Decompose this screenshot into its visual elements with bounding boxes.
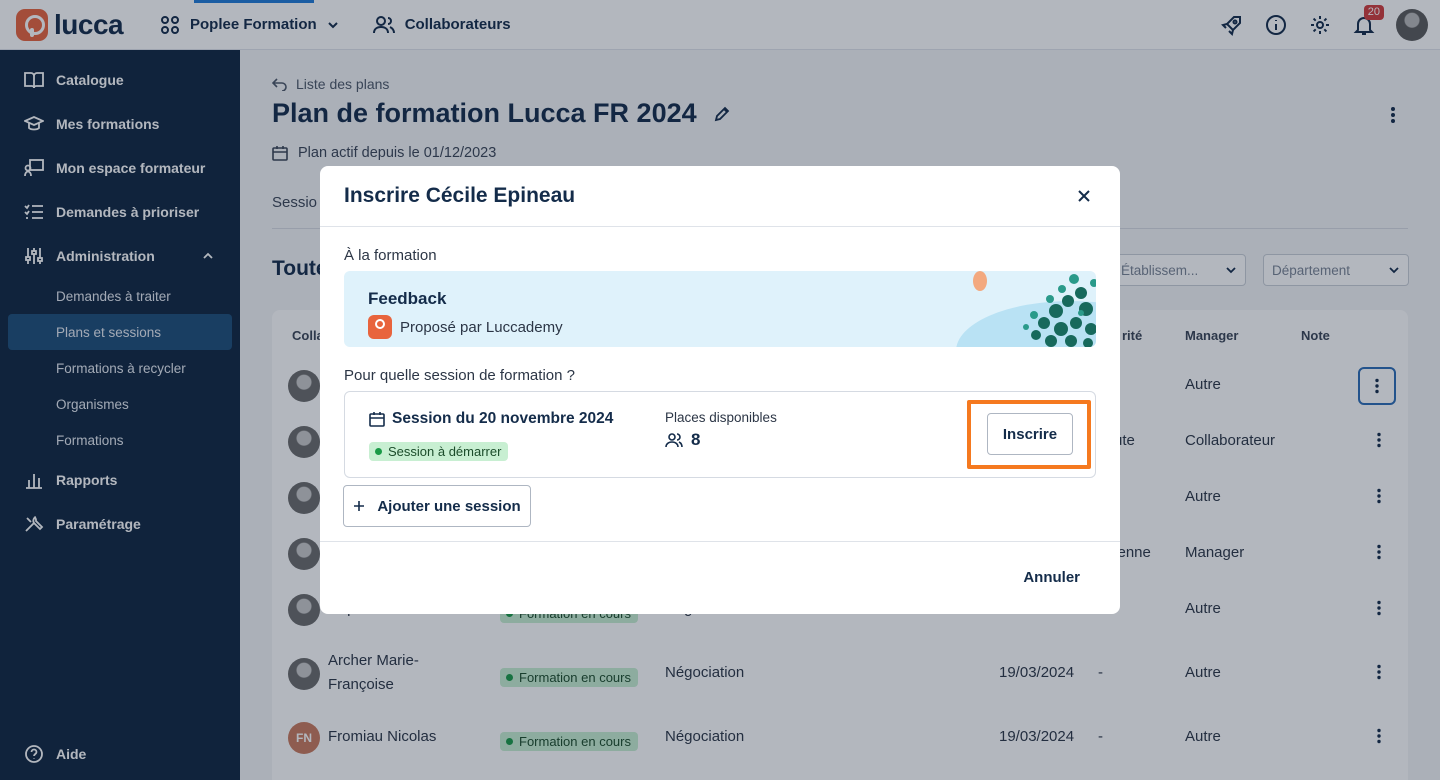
- formation-label: À la formation: [344, 247, 437, 264]
- places-value: 8: [665, 430, 700, 450]
- places-label: Places disponibles: [665, 410, 777, 425]
- session-name: Session du 20 novembre 2024: [369, 410, 613, 428]
- close-icon[interactable]: [1072, 184, 1096, 208]
- users-icon: [665, 433, 683, 448]
- formation-provider-label: Proposé par Luccademy: [400, 318, 563, 336]
- plus-icon: [354, 501, 365, 511]
- add-session-button[interactable]: Ajouter une session: [343, 485, 531, 527]
- places-count: 8: [691, 430, 701, 449]
- add-session-label: Ajouter une session: [377, 497, 521, 515]
- session-status-badge: Session à démarrer: [369, 442, 509, 461]
- formation-card: Feedback Proposé par Luccademy: [344, 271, 1096, 347]
- session-card: Session du 20 novembre 2024 Session à dé…: [344, 391, 1096, 478]
- cancel-button[interactable]: Annuler: [1023, 569, 1080, 586]
- inscrire-button[interactable]: Inscrire: [987, 413, 1073, 455]
- dialog-footer: Annuler: [320, 541, 1120, 614]
- plant-illustration: [956, 271, 1096, 347]
- enroll-dialog: Inscrire Cécile Epineau À la formation F…: [320, 166, 1120, 614]
- dialog-title: Inscrire Cécile Epineau: [344, 184, 576, 207]
- luccademy-logo-icon: [368, 315, 392, 339]
- session-name-label: Session du 20 novembre 2024: [392, 410, 614, 427]
- formation-name: Feedback: [368, 289, 447, 308]
- dialog-header: Inscrire Cécile Epineau: [320, 166, 1120, 227]
- session-question: Pour quelle session de formation ?: [344, 367, 575, 384]
- formation-provider: Proposé par Luccademy: [368, 315, 563, 339]
- calendar-icon: [369, 412, 385, 427]
